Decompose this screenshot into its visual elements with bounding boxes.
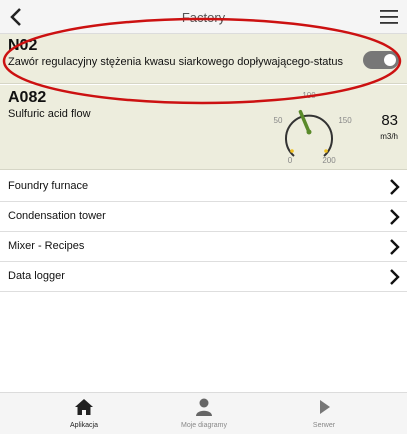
user-icon [196,398,212,416]
home-icon [75,399,93,415]
gauge-tick-label: 100 [302,91,316,100]
tab-label: Aplikacja [69,422,98,429]
flow-label: Sulfuric acid flow [8,108,91,120]
flow-code: A082 [8,89,47,106]
tab-label: Moje diagramy [181,422,227,429]
status-description: Zawór regulacyjny stężenia kwasu siarkow… [8,56,344,68]
chevron-right-icon [390,269,400,285]
bottom-tab-bar: Aplikacja Moje diagramy Serwer [0,392,407,434]
nav-item-data-logger[interactable]: Data logger [0,262,407,292]
flow-unit: m3/h [380,132,398,141]
navigation-list: Foundry furnace Condensation tower Mixer… [0,172,407,292]
status-code: N02 [8,37,38,54]
flow-value: 83 [381,112,398,129]
nav-item-label: Mixer - Recipes [8,240,85,252]
page-title: Factory [181,10,226,25]
hamburger-menu-icon[interactable] [379,8,399,26]
tab-moje-diagramy[interactable]: Moje diagramy [144,393,264,434]
nav-item-label: Data logger [8,270,65,282]
nav-item-label: Condensation tower [8,210,106,222]
gauge-tick-label: 150 [338,116,352,125]
gauge-tick-label: 50 [274,116,283,125]
tab-serwer[interactable]: Serwer [264,393,384,434]
gauge-tick-label: 200 [322,156,336,165]
nav-item-label: Foundry furnace [8,180,89,192]
top-bar: Factory [0,0,407,34]
chevron-right-icon [390,239,400,255]
nav-item-condensation-tower[interactable]: Condensation tower [0,202,407,232]
tab-aplikacja[interactable]: Aplikacja [24,393,144,434]
toggle-knob [384,54,396,66]
gauge-max-marker [324,149,328,153]
flow-gauge: 0 50 100 150 200 [274,91,353,165]
nav-item-mixer-recipes[interactable]: Mixer - Recipes [0,232,407,262]
status-toggle[interactable] [363,51,399,69]
tab-label: Serwer [312,422,336,429]
gauge-min-marker [290,149,294,153]
nav-item-foundry-furnace[interactable]: Foundry furnace [0,172,407,202]
chevron-right-icon [390,179,400,195]
gauge-pivot [306,129,312,135]
chevron-right-icon [390,209,400,225]
gauge-tick-label: 0 [288,156,293,165]
play-icon [320,400,330,414]
